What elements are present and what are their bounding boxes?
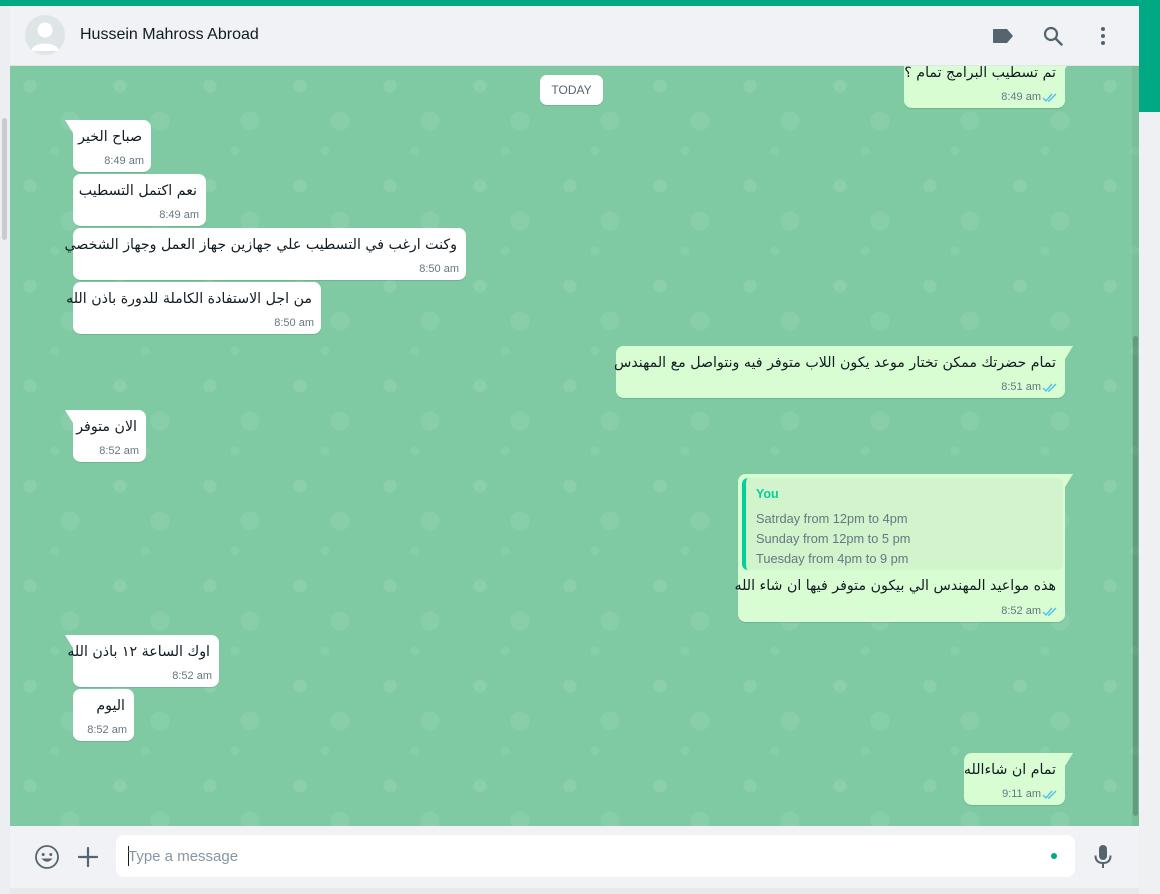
message-input-box[interactable] (116, 835, 1075, 877)
message-incoming[interactable]: صباح الخير 8:49 am (65, 120, 151, 172)
message-outgoing[interactable]: تمام ان شاءالله 9:11 am (963, 753, 1073, 805)
read-receipt-icon (1042, 607, 1057, 617)
microphone-icon[interactable] (1089, 843, 1117, 871)
conversation-panel: Hussein Mahross Abroad TODAY تم تسطيب ال… (10, 6, 1139, 888)
quoted-message[interactable]: You Satrday from 12pm to 4pm Sunday from… (742, 478, 1063, 570)
message-text: نعم اكتمل التسطيب (78, 183, 197, 199)
message-text: تمام حضرتك ممكن تختار موعد يكون اللاب مت… (614, 355, 1056, 371)
menu-icon[interactable] (1091, 24, 1115, 48)
message-time: 8:49 am (104, 155, 144, 167)
message-time: 8:52 am (87, 724, 127, 736)
message-text: تمام ان شاءالله (963, 762, 1056, 778)
message-incoming[interactable]: الان متوفر 8:52 am (65, 410, 146, 462)
message-text: تم تسطيب البرامج تمام ؟ (904, 66, 1056, 81)
read-receipt-icon (1042, 93, 1057, 103)
left-pane-scrollbar[interactable] (2, 118, 7, 240)
message-time: 8:50 am (274, 317, 314, 329)
message-text: صباح الخير (78, 129, 142, 145)
message-time: 8:49 am (1001, 91, 1041, 103)
message-time: 9:11 am (1002, 788, 1041, 800)
window-right-gutter (1139, 112, 1160, 894)
message-input[interactable] (128, 835, 1028, 877)
label-icon[interactable] (991, 24, 1015, 48)
app-right-accent-bar (1139, 6, 1160, 112)
search-icon[interactable] (1041, 24, 1065, 48)
message-time: 8:49 am (159, 209, 199, 221)
status-dot-icon (1051, 853, 1057, 859)
quoted-line: Tuesday from 4pm to 9 pm (756, 551, 909, 566)
quoted-line: Satrday from 12pm to 4pm (756, 511, 908, 526)
emoji-icon[interactable] (33, 843, 61, 871)
read-receipt-icon (1042, 383, 1057, 393)
quoted-line: Sunday from 12pm to 5 pm (756, 531, 911, 546)
message-outgoing[interactable]: تمام حضرتك ممكن تختار موعد يكون اللاب مت… (614, 346, 1073, 398)
attach-plus-icon[interactable] (74, 843, 102, 871)
message-time: 8:51 am (1001, 381, 1041, 393)
message-incoming[interactable]: وكنت ارغب في التسطيب علي جهازين جهاز الع… (64, 228, 466, 280)
conversation-header: Hussein Mahross Abroad (10, 6, 1139, 66)
message-outgoing[interactable]: تم تسطيب البرامج تمام ؟ 8:49 am (904, 66, 1073, 108)
message-list-scrollbar-thumb[interactable] (1133, 336, 1138, 816)
avatar-placeholder-icon (31, 22, 59, 51)
message-time: 8:52 am (172, 670, 212, 682)
read-receipt-icon (1042, 790, 1057, 800)
message-time: 8:52 am (99, 445, 139, 457)
composer (10, 826, 1139, 888)
contact-name[interactable]: Hussein Mahross Abroad (80, 26, 259, 44)
message-list[interactable]: TODAY تم تسطيب البرامج تمام ؟ 8:49 am صب… (10, 66, 1139, 826)
avatar[interactable] (25, 15, 65, 55)
quoted-author: You (756, 487, 779, 501)
message-incoming[interactable]: اليوم 8:52 am (73, 689, 134, 741)
message-time: 8:52 am (1001, 605, 1041, 617)
message-incoming[interactable]: اوك الساعة ١٢ باذن الله 8:52 am (65, 635, 219, 687)
message-text: الان متوفر (76, 419, 137, 435)
message-time: 8:50 am (419, 263, 459, 275)
message-outgoing-reply[interactable]: You Satrday from 12pm to 4pm Sunday from… (734, 474, 1073, 622)
message-text: اليوم (96, 698, 125, 714)
message-incoming[interactable]: من اجل الاستفادة الكاملة للدورة باذن الل… (66, 282, 321, 334)
message-text: وكنت ارغب في التسطيب علي جهازين جهاز الع… (64, 237, 457, 253)
message-incoming[interactable]: نعم اكتمل التسطيب 8:49 am (73, 174, 206, 226)
message-text: هذه مواعيد المهندس الي بيكون متوفر فيها … (734, 578, 1056, 594)
message-text: من اجل الاستفادة الكاملة للدورة باذن الل… (66, 291, 312, 307)
date-divider: TODAY (540, 75, 603, 105)
message-text: اوك الساعة ١٢ باذن الله (67, 644, 210, 660)
